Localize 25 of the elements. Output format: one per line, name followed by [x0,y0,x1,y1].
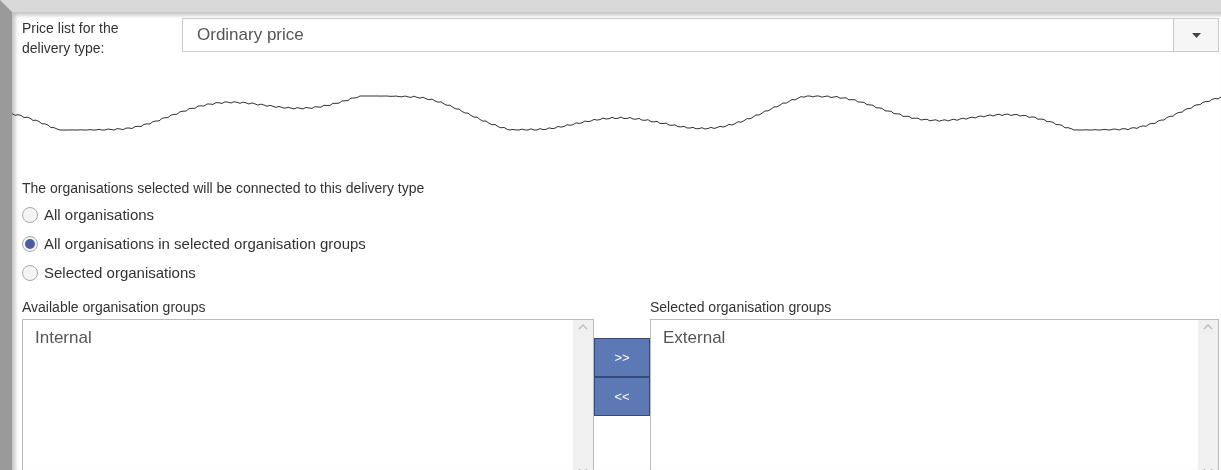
radio-label: All organisations in selected organisation groups [44,235,366,252]
transfer-button[interactable]: << [594,377,650,416]
scroll-up-icon[interactable] [578,324,588,330]
radio-button[interactable] [22,206,38,223]
caret-icon [1191,32,1201,38]
list-label: Selected organisation groups [650,299,833,317]
transfer-button[interactable]: >> [594,338,650,377]
radio-option[interactable]: Selected organisations [22,258,1221,287]
scrollbar[interactable] [1198,320,1218,470]
list-box[interactable]: Internal [22,319,594,470]
list-item[interactable]: Internal [35,328,561,348]
section-caption: The organisations selected will be connected to this delivery type [22,180,426,196]
radio-button[interactable] [22,264,38,281]
radio-option[interactable]: All organisations [22,200,1221,229]
radio-button[interactable] [22,235,38,252]
scroll-up-icon[interactable] [1203,324,1213,330]
radio-label: All organisations [44,206,155,223]
radio-label: Selected organisations [44,264,196,281]
scrollbar[interactable] [573,320,593,470]
price-list-dropdown[interactable]: Ordinary price [182,18,1219,52]
field-label: Price list for the delivery type: [22,19,120,58]
radio-option[interactable]: All organisations in selected organisation groups [22,229,1221,258]
list-box[interactable]: External [650,319,1219,470]
list-item[interactable]: External [663,328,1186,348]
list-label: Available organisation groups [22,299,207,317]
